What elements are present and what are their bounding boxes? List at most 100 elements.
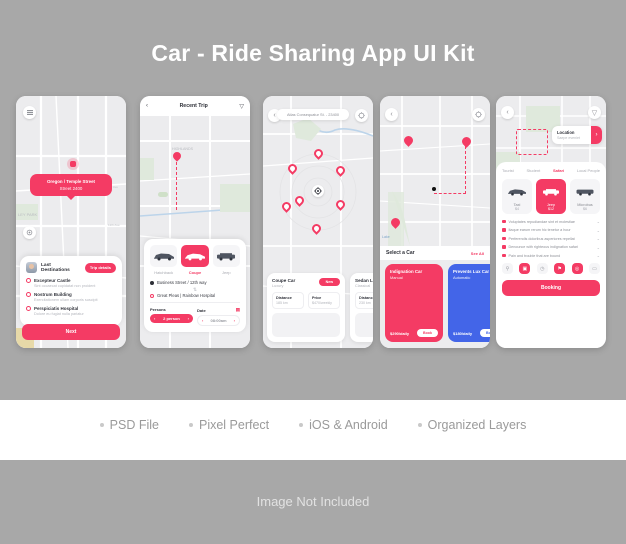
screen2-topbar: ‹ Recent Trip ▽ [140,96,250,116]
filter-button-5[interactable]: ▽ [588,106,601,119]
clock-icon[interactable]: ◷ [536,263,548,274]
feature-text: Voluptates repudiandae sint et molestiae [508,219,575,224]
vehicle-price: $6 [583,207,587,211]
feature-row[interactable]: Denounce with righteous indignation safa… [502,245,600,250]
chevron-down-icon[interactable]: ⌄ [597,236,600,241]
feature-row[interactable]: Itaque earum rerum hic tenetur a hour ⌄ [502,228,600,233]
phone-screen-3: ‹ Atlas Consequatur St. - 23400 Coupe Ca… [263,96,373,348]
car-image-placeholder [355,313,373,337]
date-field: Date ▤ ‹ 08:00am › [197,307,240,326]
search-input[interactable]: Atlas Consequatur St. - 23400 [277,109,349,120]
last-destinations-sheet: Last Destinations Trip details Excepteur… [20,256,122,326]
car-card-blue[interactable]: Prevents Lux Car Automatic $180/daily Bo… [448,264,490,342]
car-card[interactable]: Sedan Lux Classical New Distance 230 km … [350,273,373,342]
chevron-right-icon[interactable]: › [591,126,602,144]
center-locate-icon[interactable] [312,185,324,197]
jeep-icon [217,253,236,261]
big-car-cards: Indignation Car Manual $290/daily Book P… [385,264,490,342]
stepper-next-icon[interactable]: › [188,316,189,321]
book-button[interactable]: Book [480,329,490,337]
feature-text: Perferendis doloribus asperiores repella… [508,236,575,241]
destination-name: Excepteur Castle [34,278,71,283]
list-item[interactable]: Excepteur Castle Sint occaecat cupidatat… [26,278,116,288]
avatar [26,262,37,273]
locate-icon [475,111,482,118]
list-item[interactable]: Perspiciatis Hospital Dolore eu fugiat n… [26,306,116,316]
see-all-link[interactable]: See All [471,251,484,256]
action-icons-row: ⚲ ▣ ◷ ⚑ ◎ ▭ [502,263,600,274]
car-card-pink[interactable]: Indignation Car Manual $290/daily Book [385,264,443,342]
car-sub: Classical [355,284,371,288]
destination-row[interactable]: Great Pleas | Rainbow Hospital [150,293,240,298]
taxi-icon [508,189,526,196]
bullet-icon [502,236,506,241]
chevron-down-icon[interactable]: ⌄ [597,219,600,224]
tab-tourist[interactable]: Tourist [502,168,514,173]
distance-label: Distance [359,296,373,300]
book-icon[interactable]: ▭ [588,263,600,274]
bullet-icon [417,423,422,427]
car-type-tile-jeep[interactable] [212,245,240,268]
steering-icon[interactable]: ◎ [571,263,583,274]
chevron-down-icon[interactable]: ⌄ [597,245,600,250]
vehicle-tile-taxi[interactable]: Taxi $4 [502,179,532,214]
car-name: Prevents Lux Car [453,269,490,274]
stepper-prev-icon[interactable]: ‹ [154,316,155,321]
chevron-down-icon[interactable]: ⌄ [597,253,600,258]
next-button[interactable]: Next [22,324,120,340]
car-stats: Distance 230 km Price $390/weekly [355,292,373,309]
trip-details-button[interactable]: Trip details [84,262,116,273]
target-button-3[interactable] [355,109,368,122]
trip-details-sheet: Hatchback Coupe Jeep Business Street / 1… [144,239,246,332]
back-button-4[interactable]: ‹ [385,108,398,121]
distance-stat: Distance 230 km [355,292,373,309]
tab-student[interactable]: Student [527,168,541,173]
calendar-icon[interactable]: ▤ [236,307,240,313]
list-item[interactable]: Nostrum Building Exercitationem ullam co… [26,292,116,302]
book-button[interactable]: Book [417,329,438,337]
flag-icon[interactable]: ⚑ [554,263,566,274]
distance-value: 185 km [276,301,288,305]
price-value: $470/weekly [312,301,332,305]
locate-button-1[interactable] [23,226,36,239]
back-arrow-icon[interactable]: ‹ [146,103,148,109]
filter-icon[interactable]: ▽ [239,103,244,110]
seat-icon[interactable]: ▣ [519,263,531,274]
origin-row[interactable]: Business Street / 12th way [150,280,240,285]
menu-button-1[interactable] [23,106,36,119]
feature-item: Organized Layers [417,418,526,432]
feature-label: iOS & Android [309,418,388,432]
address-bubble[interactable]: Oregon / Temple Street Street 2400 [30,174,112,200]
vehicle-price: $12 [548,207,554,211]
date-next-icon[interactable]: › [234,318,235,323]
feature-item: Pixel Perfect [188,418,269,432]
location-card[interactable]: Location Saepe eveniet › [552,126,602,144]
select-car-bar: Select a Car See All [380,246,490,260]
car-type-labels: Hatchback Coupe Jeep [150,270,240,275]
persons-stepper[interactable]: ‹ 2 person › [150,314,193,323]
car-type-tile-hatchback[interactable] [150,245,178,268]
feature-row[interactable]: Voluptates repudiandae sint et molestiae… [502,219,600,224]
distance-value: 230 km [359,301,371,305]
tab-safari[interactable]: Safari [553,168,564,173]
svg-text:HIGHLANDS: HIGHLANDS [172,147,194,151]
vehicle-tile-jeep[interactable]: Jeep $12 [536,179,566,214]
date-prev-icon[interactable]: ‹ [202,318,203,323]
car-card[interactable]: Coupe Car Luxury New Distance 185 km Pri… [267,273,345,342]
vehicle-tile-microbus[interactable]: Microbus $6 [570,179,600,214]
booking-button[interactable]: Booking [502,280,600,296]
locate-button-4[interactable] [472,108,485,121]
feature-item: PSD File [99,418,159,432]
car-type-tile-coupe[interactable] [181,245,209,268]
route-dashed-vertical [465,146,466,194]
back-button-5[interactable]: ‹ [501,106,514,119]
tab-local-people[interactable]: Local People [577,168,600,173]
persons-label: Persons [150,307,166,312]
chevron-down-icon[interactable]: ⌄ [597,228,600,233]
hatchback-icon [153,253,174,261]
bullet-icon [99,423,104,427]
key-icon[interactable]: ⚲ [502,263,513,274]
date-stepper[interactable]: ‹ 08:00am › [197,315,240,326]
feature-row[interactable]: Pain and trouble that are bound ⌄ [502,253,600,258]
feature-row[interactable]: Perferendis doloribus asperiores repella… [502,236,600,241]
